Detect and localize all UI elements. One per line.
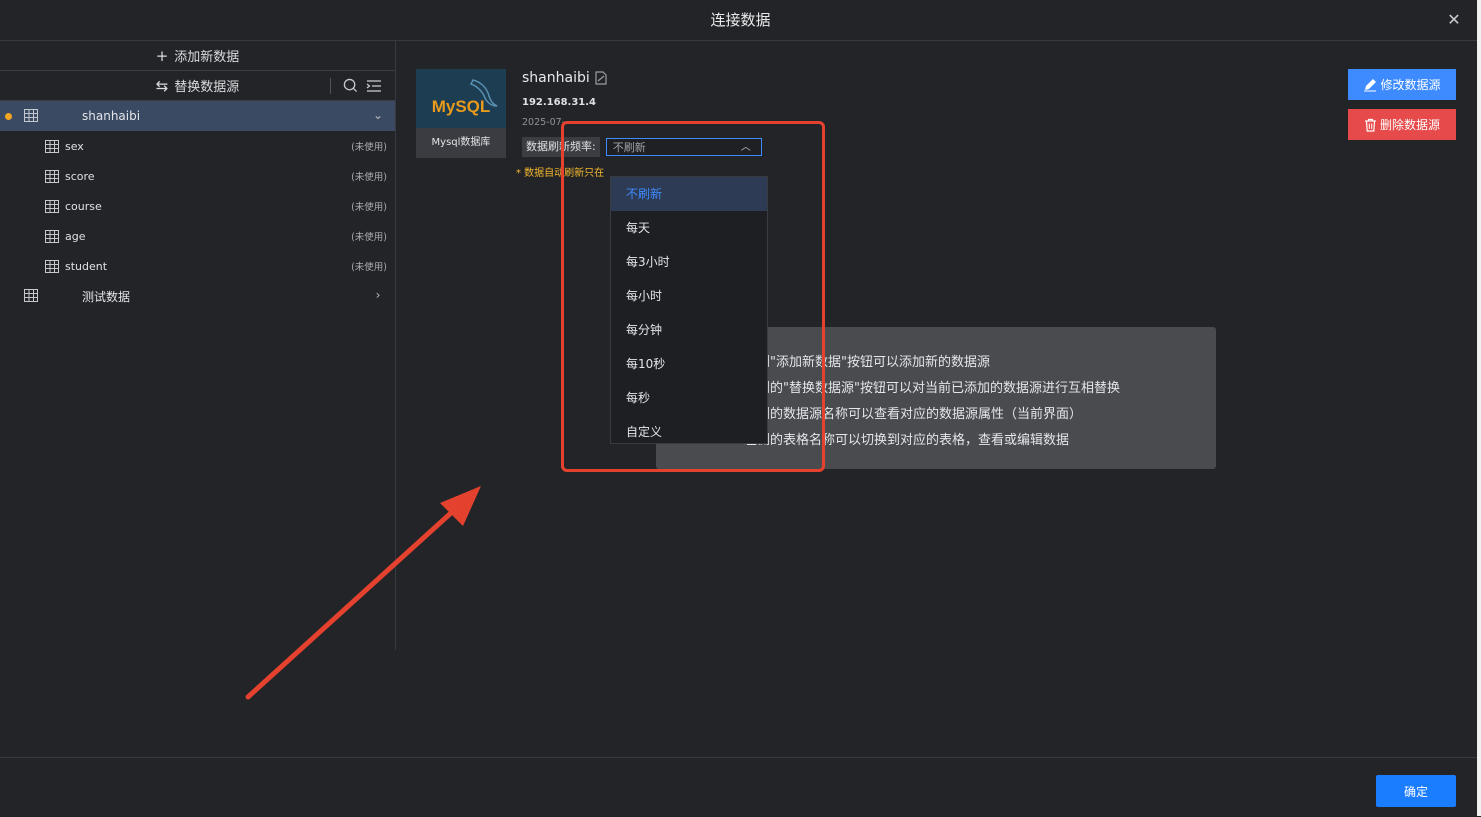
annotation-arrow (245, 486, 481, 700)
dialog-footer (0, 757, 1477, 817)
ok-button[interactable]: 确定 (1376, 775, 1456, 807)
